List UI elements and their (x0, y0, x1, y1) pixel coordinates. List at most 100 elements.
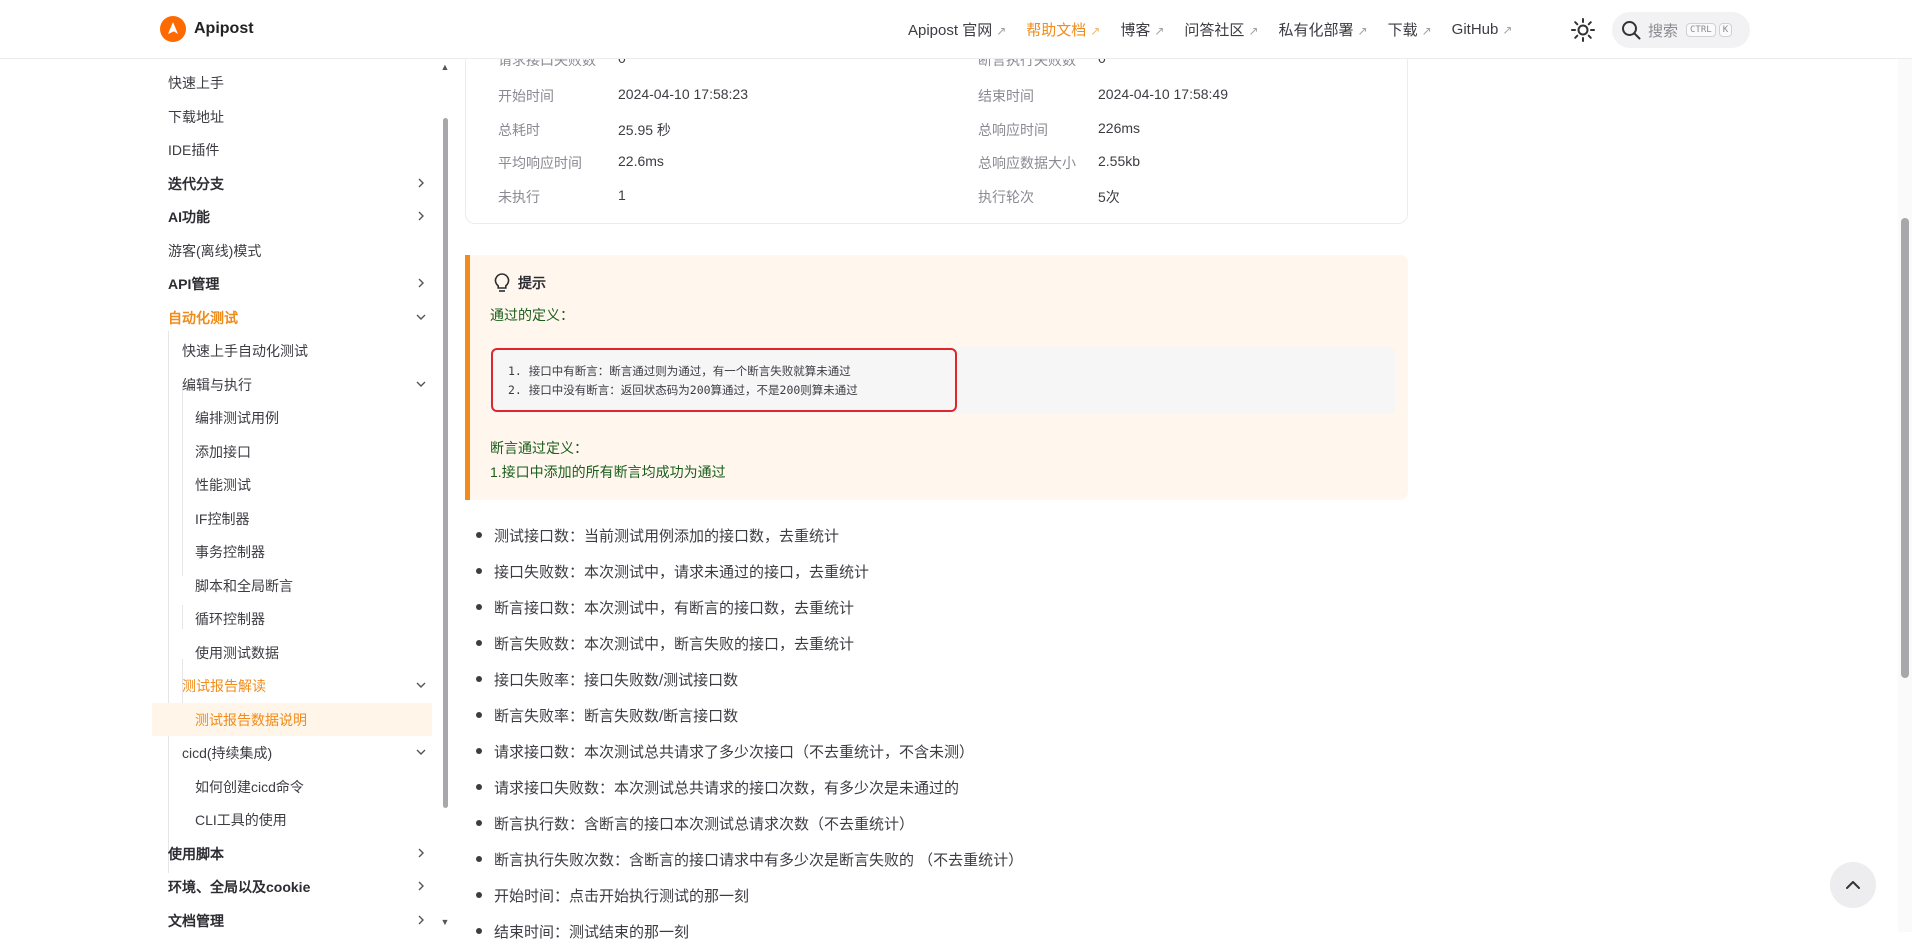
sidebar-item-env-global-cookie[interactable]: 环境、全局以及cookie (152, 870, 432, 903)
list-item: 断言失败数：本次测试中，断言失败的接口，去重统计 (476, 625, 854, 661)
list-item: 请求接口数：本次测试总共请求了多少次接口（不去重统计，不含未测） (476, 733, 974, 769)
external-link-icon: ↗ (1090, 24, 1101, 38)
sidebar-scrollbar-thumb[interactable] (443, 118, 448, 808)
code-line: 2. 接口中没有断言：返回状态码为200算通过，不是200则算未通过 (508, 383, 858, 397)
list-item: 开始时间：点击开始执行测试的那一刻 (476, 877, 749, 913)
theme-toggle-sun-icon[interactable] (1570, 17, 1596, 43)
sidebar-item-ide-plugin[interactable]: IDE插件 (152, 133, 432, 166)
sidebar-item-label: cicd(持续集成) (182, 744, 273, 761)
stat-label: 总耗时 (498, 122, 540, 138)
bullet-dot (476, 568, 482, 574)
external-link-icon: ↗ (996, 24, 1007, 38)
sidebar-item-auto-test-quickstart[interactable]: 快速上手自动化测试 (152, 334, 432, 367)
sidebar-item-test-data[interactable]: 使用测试数据 (152, 636, 432, 669)
tip-title-text: 提示 (518, 275, 546, 291)
sidebar-item-cli-usage[interactable]: CLI工具的使用 (152, 803, 432, 836)
sidebar-item-download[interactable]: 下载地址 (152, 100, 432, 133)
sidebar-item-transaction-controller[interactable]: 事务控制器 (152, 535, 432, 568)
stat-value: 2.55kb (1098, 153, 1141, 169)
stat-label: 开始时间 (498, 88, 554, 104)
code-line: 1. 接口中有断言：断言通过则为通过，有一个断言失败就算未通过 (508, 364, 851, 378)
external-link-icon: ↗ (1502, 23, 1513, 37)
search-icon (1622, 21, 1641, 40)
sidebar-item-label: 环境、全局以及cookie (168, 878, 311, 895)
sidebar-item-ai[interactable]: AI功能 (152, 200, 432, 233)
brand-logo-link[interactable]: Apipost (160, 16, 254, 42)
nav-link-blog[interactable]: 博客 ↗ (1120, 19, 1164, 40)
sidebar-item-label: 使用脚本 (168, 845, 224, 862)
sidebar-item-label: 自动化测试 (168, 309, 238, 326)
chevron-right-icon (418, 178, 424, 188)
sidebar-item-label: 文档管理 (168, 912, 224, 929)
back-to-top-button[interactable] (1830, 862, 1876, 908)
tip-callout: 提示 通过的定义： 1. 接口中有断言：断言通过则为通过，有一个断言失败就算未通… (465, 255, 1408, 500)
external-link-icon: ↗ (1421, 24, 1432, 38)
nav-link-community[interactable]: 问答社区 ↗ (1184, 19, 1258, 40)
bullet-dot (476, 928, 482, 934)
scroll-up-arrow-icon[interactable]: ▲ (440, 62, 450, 72)
chevron-right-icon (418, 915, 424, 925)
list-item: 请求接口失败数：本次测试总共请求的接口次数，有多少次是未通过的 (476, 769, 959, 805)
assert-definition-rule: 1.接口中添加的所有断言均成功为通过 (490, 464, 726, 480)
search-button[interactable]: 搜索 CTRL K (1612, 12, 1750, 48)
sidebar-item-arrange-cases[interactable]: 编排测试用例 (152, 401, 432, 434)
sidebar-item-report-data-explained[interactable]: 测试报告数据说明 (152, 703, 432, 736)
bullet-dot (476, 784, 482, 790)
page-scrollbar-thumb[interactable] (1901, 218, 1909, 678)
sidebar-item-branches[interactable]: 迭代分支 (152, 167, 432, 200)
sidebar-item-use-scripts[interactable]: 使用脚本 (152, 837, 432, 870)
nav-link-private-deploy[interactable]: 私有化部署 ↗ (1279, 19, 1368, 40)
sidebar-item-edit-execute[interactable]: 编辑与执行 (152, 368, 432, 401)
pass-definition-heading: 通过的定义： (490, 307, 574, 323)
stat-value: 2024-04-10 17:58:23 (618, 86, 748, 102)
top-navbar: Apipost Apipost 官网 ↗ 帮助文档 ↗ 博客 ↗ 问答社区 ↗ 私有化部… (0, 0, 1912, 59)
stat-value: 5次 (1098, 189, 1120, 205)
sidebar-item-automation-testing[interactable]: 自动化测试 (152, 301, 432, 334)
sidebar-item-loop-controller[interactable]: 循环控制器 (152, 602, 432, 635)
bullet-dot (476, 892, 482, 898)
apipost-logo-icon (160, 16, 186, 42)
bullet-dot (476, 604, 482, 610)
sidebar-item-report-interpretation[interactable]: 测试报告解读 (152, 669, 432, 702)
list-item: 接口失败率：接口失败数/测试接口数 (476, 661, 738, 697)
sidebar-item-label: AI功能 (168, 208, 210, 225)
list-item: 接口失败数：本次测试中，请求未通过的接口，去重统计 (476, 553, 869, 589)
stat-value: 226ms (1098, 120, 1141, 136)
sidebar-item-if-controller[interactable]: IF控制器 (152, 502, 432, 535)
shortcut-key-ctrl: CTRL (1686, 23, 1716, 37)
bullet-dot (476, 748, 482, 754)
assert-definition-heading: 断言通过定义： (490, 440, 588, 456)
list-item: 测试接口数：当前测试用例添加的接口数，去重统计 (476, 517, 839, 553)
list-item: 断言接口数：本次测试中，有断言的接口数，去重统计 (476, 589, 854, 625)
sidebar-item-add-api[interactable]: 添加接口 (152, 435, 432, 468)
sidebar-item-guest-mode[interactable]: 游客(离线)模式 (152, 234, 432, 267)
nav-links: Apipost 官网 ↗ 帮助文档 ↗ 博客 ↗ 问答社区 ↗ 私有化部署 ↗ 下载 ↗ G… (908, 0, 1532, 59)
sidebar-item-create-cicd-command[interactable]: 如何创建cicd命令 (152, 770, 432, 803)
sidebar-item-script-global-assert[interactable]: 脚本和全局断言 (152, 569, 432, 602)
nav-link-github[interactable]: GitHub ↗ (1452, 21, 1513, 38)
scroll-down-arrow-icon[interactable]: ▼ (440, 917, 450, 927)
bullet-dot (476, 640, 482, 646)
sidebar-item-doc-management[interactable]: 文档管理 (152, 904, 432, 932)
chevron-down-icon (416, 682, 426, 688)
chevron-right-icon (418, 881, 424, 891)
stat-label: 结束时间 (978, 88, 1034, 104)
sidebar-item-label: 迭代分支 (168, 175, 224, 192)
nav-link-download[interactable]: 下载 ↗ (1388, 19, 1432, 40)
docs-sidebar: 快速上手 下载地址 IDE插件 迭代分支 AI功能 游客(离线)模式 API管理… (152, 59, 432, 932)
shortcut-key-k: K (1718, 23, 1733, 37)
list-item: 断言执行失败次数：含断言的接口请求中有多少次是断言失败的 （不去重统计） (476, 841, 1023, 877)
sidebar-item-performance-test[interactable]: 性能测试 (152, 468, 432, 501)
nav-link-help-docs[interactable]: 帮助文档 ↗ (1026, 19, 1100, 40)
sidebar-item-label: 测试报告解读 (182, 677, 266, 694)
sidebar-item-api-management[interactable]: API管理 (152, 267, 432, 300)
red-highlight-box (491, 348, 957, 412)
external-link-icon: ↗ (1248, 24, 1259, 38)
stat-value: 25.95 秒 (618, 122, 671, 138)
chevron-right-icon (418, 211, 424, 221)
chevron-right-icon (418, 278, 424, 288)
nav-link-official-site[interactable]: Apipost 官网 ↗ (908, 19, 1006, 40)
sidebar-item-quick-start[interactable]: 快速上手 (152, 66, 432, 99)
chevron-down-icon (416, 314, 426, 320)
sidebar-item-cicd[interactable]: cicd(持续集成) (152, 736, 432, 769)
